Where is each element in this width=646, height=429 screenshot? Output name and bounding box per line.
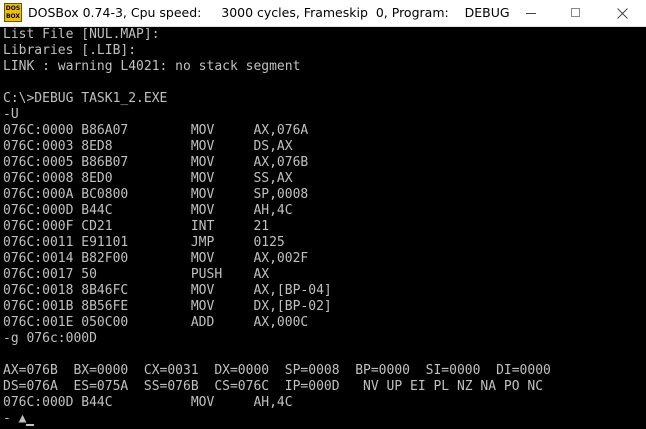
console-line: 076C:001E 050C00 ADD AX,000C	[3, 315, 309, 330]
console-line: -g 076c:000D	[3, 331, 97, 346]
console-line: C:\>DEBUG TASK1_2.EXE	[3, 91, 168, 106]
window-title: DOSBox 0.74-3, Cpu speed: 3000 cycles, F…	[28, 5, 510, 20]
prompt-text: - ▲	[3, 411, 27, 426]
console-line: AX=076B BX=0000 CX=0031 DX=0000 SP=0008 …	[3, 363, 551, 378]
console-line: 076C:0008 8ED0 MOV SS,AX	[3, 171, 293, 186]
console-line: 076C:0011 E91101 JMP 0125	[3, 235, 285, 250]
console-line: 076C:0003 8ED8 MOV DS,AX	[3, 139, 293, 154]
console-line: -U	[3, 107, 19, 122]
close-icon	[617, 8, 628, 19]
console-line: 076C:0017 50 PUSH AX	[3, 267, 270, 282]
console-line: 076C:000D B44C MOV AH,4C	[3, 395, 293, 410]
dosbox-window: DOS BOX DOSBox 0.74-3, Cpu speed: 3000 c…	[0, 0, 646, 429]
close-button[interactable]	[600, 0, 646, 26]
console-line: List File [NUL.MAP]:	[3, 27, 160, 42]
app-icon-text-top: DOS	[5, 5, 21, 12]
console-line: DS=076A ES=075A SS=076B CS=076C IP=000D …	[3, 379, 544, 394]
console-line: 076C:0018 8B46FC MOV AX,[BP-04]	[3, 283, 332, 298]
console-line: 076C:000D B44C MOV AH,4C	[3, 203, 293, 218]
maximize-button[interactable]	[553, 0, 599, 26]
minimize-button[interactable]	[508, 0, 554, 26]
console-line: 076C:0014 B82F00 MOV AX,002F	[3, 251, 309, 266]
console-line: 076C:0005 B86B07 MOV AX,076B	[3, 155, 309, 170]
text-cursor	[26, 424, 35, 426]
dosbox-app-icon: DOS BOX	[4, 3, 22, 22]
title-bar[interactable]: DOS BOX DOSBox 0.74-3, Cpu speed: 3000 c…	[0, 0, 646, 27]
console-line: LINK : warning L4021: no stack segment	[3, 59, 301, 74]
app-icon-text-bottom: BOX	[5, 13, 21, 20]
console-line: 076C:000A BC0800 MOV SP,0008	[3, 187, 309, 202]
dos-console[interactable]: List File [NUL.MAP]: Libraries [.LIB]: L…	[3, 27, 643, 427]
console-line: 076C:001B 8B56FE MOV DX,[BP-02]	[3, 299, 332, 314]
console-line: 076C:000F CD21 INT 21	[3, 219, 270, 234]
command-prompt[interactable]: - ▲	[3, 411, 643, 427]
console-line: Libraries [.LIB]:	[3, 43, 137, 58]
console-line: 076C:0000 B86A07 MOV AX,076A	[3, 123, 309, 138]
